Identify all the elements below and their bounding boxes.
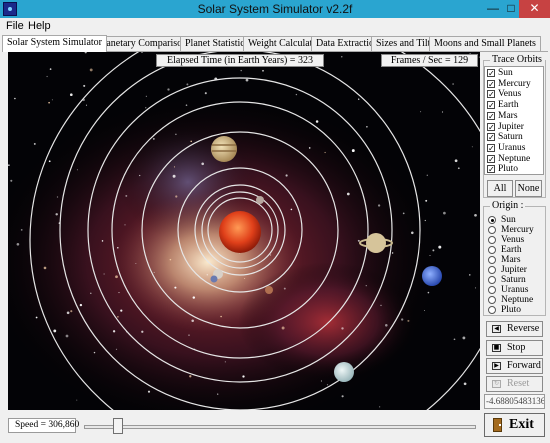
coordinate-readout: -4.68805483136: [484, 394, 545, 409]
origin-label: Mars: [501, 255, 521, 265]
trace-label: Venus: [498, 89, 522, 100]
stop-button[interactable]: ■ Stop: [486, 340, 543, 356]
menu-file[interactable]: File: [6, 20, 24, 32]
reset-icon: ↻: [492, 380, 501, 388]
checkbox-pluto[interactable]: ✓: [487, 165, 495, 174]
trace-label: Pluto: [498, 164, 519, 175]
trace-label: Sun: [498, 68, 513, 78]
select-all-button[interactable]: All: [487, 180, 513, 197]
radio-earth[interactable]: [488, 246, 496, 254]
origin-label: Neptune: [501, 295, 534, 305]
slider-track: [84, 425, 476, 429]
origin-label: Uranus: [501, 285, 529, 295]
origin-title: Origin :: [490, 200, 526, 211]
trace-label: Jupiter: [498, 121, 524, 132]
checkbox-uranus[interactable]: ✓: [487, 143, 495, 152]
sun-planet: [219, 211, 261, 253]
menu-bar: File Help: [0, 18, 550, 34]
radio-saturn[interactable]: [488, 276, 496, 284]
neptune-planet: [422, 266, 442, 286]
checkbox-neptune[interactable]: ✓: [487, 154, 495, 163]
radio-sun[interactable]: [488, 216, 496, 224]
checkbox-sun[interactable]: ✓: [487, 69, 495, 78]
tab-solar-system-simulator[interactable]: Solar System Simulator: [2, 35, 107, 52]
checkbox-earth[interactable]: ✓: [487, 101, 495, 110]
radio-uranus[interactable]: [488, 286, 496, 294]
checkbox-jupiter[interactable]: ✓: [487, 122, 495, 131]
radio-venus[interactable]: [488, 236, 496, 244]
radio-pluto[interactable]: [488, 306, 496, 314]
menu-help[interactable]: Help: [28, 20, 51, 32]
select-none-button[interactable]: None: [515, 180, 542, 197]
checkbox-venus[interactable]: ✓: [487, 90, 495, 99]
reverse-icon: ◀: [492, 325, 501, 333]
close-button[interactable]: ✕: [519, 0, 550, 18]
checkbox-saturn[interactable]: ✓: [487, 133, 495, 142]
trace-orbits-list: ✓ Sun ✓ Mercury ✓ Venus ✓ Earth ✓ Mars ✓ Jupiter ✓ Sa…: [484, 66, 544, 175]
trace-label: Earth: [498, 100, 519, 111]
radio-neptune[interactable]: [488, 296, 496, 304]
origin-label: Saturn: [501, 275, 526, 285]
stop-icon: ■: [492, 344, 501, 352]
trace-label: Uranus: [498, 142, 526, 153]
origin-label: Pluto: [501, 305, 522, 315]
origin-label: Earth: [501, 245, 522, 255]
jupiter-planet: [211, 136, 237, 162]
exit-button[interactable]: Exit: [484, 413, 545, 437]
speed-readout: Speed = 306,860: [8, 418, 79, 433]
checkbox-mars[interactable]: ✓: [487, 111, 495, 120]
title-bar: Solar System Simulator v2.2f — □ ✕: [0, 0, 550, 18]
tab-strip: Solar System Simulator Planetary Compari…: [2, 35, 548, 52]
reverse-button[interactable]: ◀ Reverse: [486, 321, 543, 337]
origin-label: Mercury: [501, 225, 534, 235]
earth-planet: [210, 275, 218, 283]
origin-label: Venus: [501, 235, 525, 245]
radio-mercury[interactable]: [488, 226, 496, 234]
slider-thumb[interactable]: [112, 418, 123, 434]
uranus-planet: [334, 362, 354, 382]
origin-label: Jupiter: [501, 265, 527, 275]
elapsed-time-display: Elapsed Time (in Earth Years) = 323: [156, 54, 324, 67]
forward-button[interactable]: ▶ Forward: [486, 358, 543, 374]
reset-button[interactable]: ↻ Reset: [486, 376, 543, 392]
maximize-button[interactable]: □: [502, 0, 520, 18]
origin-label: Sun: [501, 215, 516, 225]
solar-system-canvas: [8, 52, 480, 410]
trace-label: Mars: [498, 110, 518, 121]
mercury-planet: [256, 196, 264, 204]
radio-jupiter[interactable]: [488, 266, 496, 274]
door-icon: [493, 418, 502, 432]
radio-mars[interactable]: [488, 256, 496, 264]
checkbox-mercury[interactable]: ✓: [487, 79, 495, 88]
forward-icon: ▶: [492, 362, 501, 370]
tab-moons-and-small-planets[interactable]: Moons and Small Planets: [429, 36, 541, 51]
trace-label: Saturn: [498, 132, 523, 143]
simulation-viewport[interactable]: Elapsed Time (in Earth Years) = 323 Fram…: [8, 52, 480, 410]
mars-planet: [265, 286, 273, 294]
fps-display: Frames / Sec = 129: [381, 54, 478, 67]
speed-slider[interactable]: [80, 416, 480, 436]
trace-label: Neptune: [498, 153, 531, 164]
window-title: Solar System Simulator v2.2f: [197, 2, 353, 16]
minimize-button[interactable]: —: [484, 0, 502, 18]
trace-label: Mercury: [498, 78, 531, 89]
